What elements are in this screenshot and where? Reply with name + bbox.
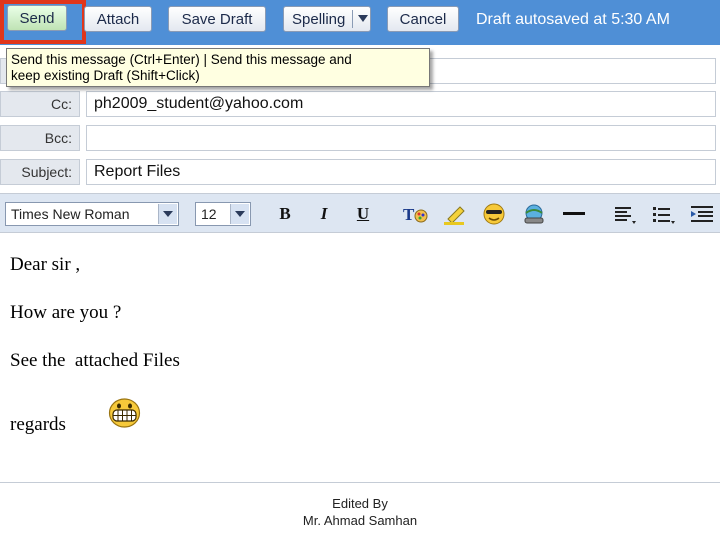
- indent-icon[interactable]: [689, 203, 715, 225]
- message-line: regards: [10, 414, 66, 435]
- emoticon-icon[interactable]: [481, 203, 507, 225]
- cc-field[interactable]: ph2009_student@yahoo.com: [86, 91, 716, 117]
- font-size-select[interactable]: 12: [195, 202, 251, 226]
- grin-smiley-icon: [108, 398, 141, 428]
- svg-text:T: T: [403, 205, 415, 224]
- message-body[interactable]: Dear sir , How are you ? See the attache…: [0, 234, 720, 474]
- tooltip-line-2: keep existing Draft (Shift+Click): [11, 68, 200, 83]
- underline-button[interactable]: U: [353, 203, 373, 225]
- chevron-down-icon[interactable]: [158, 204, 177, 224]
- message-line: See the attached Files: [10, 350, 180, 371]
- message-line: Dear sir ,: [10, 254, 81, 275]
- align-icon[interactable]: [613, 203, 639, 225]
- send-button[interactable]: Send: [7, 5, 67, 31]
- subject-field[interactable]: Report Files: [86, 159, 716, 185]
- autosave-status: Draft autosaved at 5:30 AM: [476, 11, 670, 28]
- cancel-button[interactable]: Cancel: [387, 6, 459, 32]
- formatting-toolbar: Times New Roman 12 B I U T: [0, 193, 720, 233]
- cc-label[interactable]: Cc:: [0, 91, 80, 117]
- send-tooltip: Send this message (Ctrl+Enter) | Send th…: [6, 48, 430, 87]
- chevron-down-icon[interactable]: [230, 204, 249, 224]
- chevron-down-icon[interactable]: [358, 15, 368, 22]
- font-family-value: Times New Roman: [11, 206, 130, 222]
- save-draft-button[interactable]: Save Draft: [168, 6, 266, 32]
- bold-button[interactable]: B: [275, 203, 295, 225]
- message-line: How are you ?: [10, 302, 122, 323]
- subject-label: Subject:: [0, 159, 80, 185]
- font-family-select[interactable]: Times New Roman: [5, 202, 179, 226]
- bcc-row: Bcc:: [0, 125, 720, 151]
- horizontal-rule-icon[interactable]: [561, 203, 587, 225]
- tooltip-line-1: Send this message (Ctrl+Enter) | Send th…: [11, 52, 352, 67]
- highlight-icon[interactable]: [442, 203, 468, 225]
- insert-image-icon[interactable]: [521, 203, 547, 225]
- font-size-value: 12: [201, 206, 217, 222]
- credit-author: Mr. Ahmad Samhan: [302, 513, 418, 528]
- bcc-label[interactable]: Bcc:: [0, 125, 80, 151]
- spelling-separator: [352, 10, 353, 28]
- attach-button[interactable]: Attach: [84, 6, 152, 32]
- spelling-button[interactable]: Spelling: [283, 6, 371, 32]
- font-color-icon[interactable]: T: [402, 203, 430, 225]
- cc-row: Cc: ph2009_student@yahoo.com: [0, 91, 720, 117]
- spelling-label: Spelling: [292, 10, 346, 28]
- subject-row: Subject: Report Files: [0, 159, 720, 185]
- bcc-field[interactable]: [86, 125, 716, 151]
- divider: [0, 482, 720, 483]
- credit-line: Edited By: [332, 496, 388, 511]
- list-icon[interactable]: [651, 203, 677, 225]
- italic-button[interactable]: I: [314, 203, 334, 225]
- compose-toolbar: Send Attach Save Draft Spelling Cancel D…: [0, 0, 720, 45]
